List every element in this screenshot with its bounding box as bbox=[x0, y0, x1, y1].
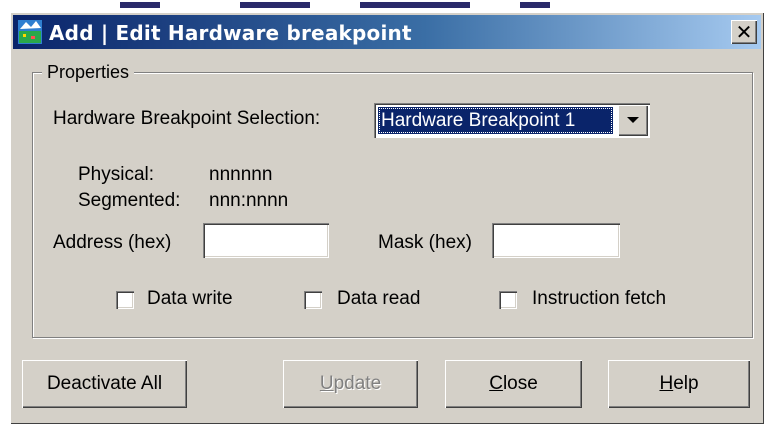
close-icon[interactable]: ✕ bbox=[731, 20, 757, 44]
properties-group-label: Properties bbox=[42, 62, 135, 83]
close-label: lose bbox=[502, 373, 538, 394]
deactivate-all-button[interactable]: Deactivate All bbox=[22, 360, 187, 408]
close-button[interactable]: Close bbox=[445, 360, 582, 408]
physical-value: nnnnnn bbox=[209, 164, 273, 185]
help-label: elp bbox=[673, 373, 699, 394]
background-window-strip bbox=[0, 0, 764, 12]
update-label: pdate bbox=[333, 373, 382, 394]
selection-label: Hardware Breakpoint Selection: bbox=[53, 108, 321, 129]
mask-label: Mask (hex) bbox=[378, 232, 472, 253]
data-read-label[interactable]: Data read bbox=[337, 288, 420, 310]
title-bar[interactable]: Add | Edit Hardware breakpoint ✕ bbox=[13, 15, 761, 49]
mask-field[interactable] bbox=[492, 223, 620, 258]
data-write-label[interactable]: Data write bbox=[147, 288, 233, 310]
update-mnemonic: U bbox=[319, 373, 334, 394]
data-write-checkbox[interactable] bbox=[116, 291, 134, 309]
segmented-value: nnn:nnnn bbox=[209, 190, 289, 211]
address-field[interactable] bbox=[203, 223, 329, 258]
close-mnemonic: C bbox=[489, 373, 503, 394]
window-title: Add | Edit Hardware breakpoint bbox=[49, 21, 412, 45]
instruction-fetch-checkbox[interactable] bbox=[499, 291, 517, 309]
help-mnemonic: H bbox=[659, 373, 674, 394]
instruction-fetch-label[interactable]: Instruction fetch bbox=[532, 288, 666, 310]
address-label: Address (hex) bbox=[53, 232, 172, 253]
segmented-label: Segmented: bbox=[78, 190, 181, 211]
physical-label: Physical: bbox=[78, 164, 155, 185]
breakpoint-select-value: Hardware Breakpoint 1 bbox=[378, 107, 613, 134]
breakpoint-dialog: Add | Edit Hardware breakpoint ✕ Propert… bbox=[10, 12, 764, 424]
app-icon bbox=[18, 20, 42, 44]
help-button[interactable]: Help bbox=[608, 360, 750, 408]
update-button[interactable]: Update bbox=[283, 360, 418, 408]
data-read-checkbox[interactable] bbox=[304, 291, 322, 309]
chevron-down-icon[interactable] bbox=[618, 105, 648, 136]
breakpoint-select[interactable]: Hardware Breakpoint 1 bbox=[374, 103, 650, 138]
